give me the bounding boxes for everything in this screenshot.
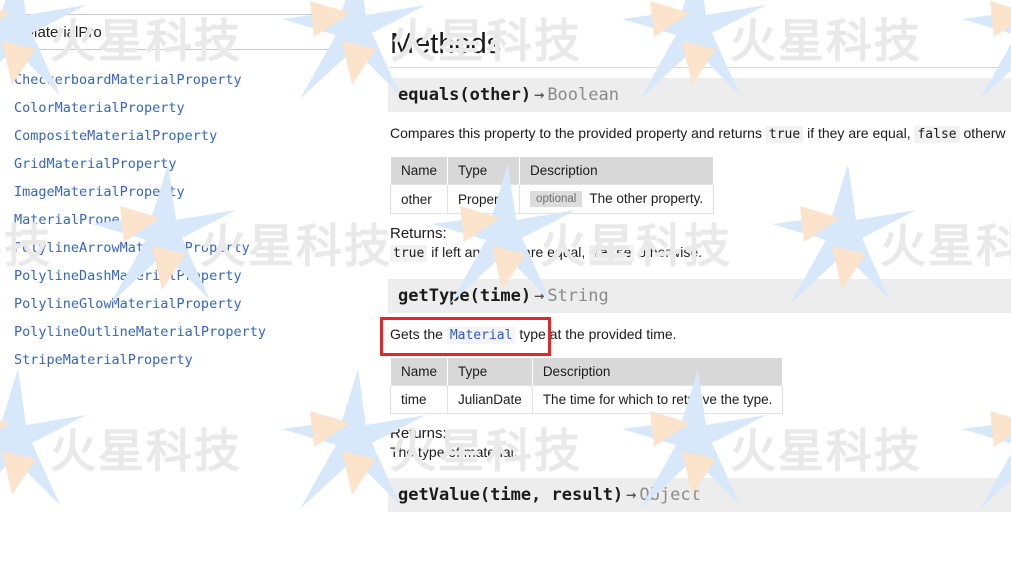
code-false: false [589,245,634,262]
sidebar-item-checkerboardmaterialproperty[interactable]: CheckerboardMaterialProperty [14,66,378,94]
method-name: getType(time) [398,286,531,306]
desc-text: if they are equal, [803,125,914,141]
arrow-icon: → [531,286,547,306]
method-name: equals(other) [398,85,531,105]
method-signature-gettype[interactable]: getType(time)→String [388,279,1011,313]
list-item: PolylineArrowMaterialProperty [14,234,378,262]
list-item: PolylineGlowMaterialProperty [14,290,378,318]
sidebar-item-polylineoutlinematerialproperty[interactable]: PolylineOutlineMaterialProperty [14,318,378,346]
code-false: false [914,126,959,143]
sidebar-item-colormaterialproperty[interactable]: ColorMaterialProperty [14,94,378,122]
return-type: Boolean [547,85,619,105]
returns-label-gettype: Returns: [388,414,1011,444]
method-description-gettype: Gets the Material type at the provided t… [388,313,1011,355]
methods-content-pane: Methods equals(other)→Boolean Compares t… [378,0,1011,570]
parameters-table-equals: Name Type Description other Property opt… [390,156,714,214]
list-item: MaterialProperty [14,206,378,234]
sidebar-item-imagematerialproperty[interactable]: ImageMaterialProperty [14,178,378,206]
table-header-row: Name Type Description [391,157,714,185]
returns-label-equals: Returns: [388,214,1011,244]
column-header-description: Description [532,358,783,386]
returns-part: otherwise. [634,244,702,260]
returns-text-equals: true if left and right are equal, false … [388,244,1011,261]
desc-text: otherw [960,125,1006,141]
desc-text: Gets the [390,326,447,342]
column-header-type: Type [448,157,520,185]
sidebar-item-polylinearrowmaterialproperty[interactable]: PolylineArrowMaterialProperty [14,234,378,262]
sidebar: CheckerboardMaterialProperty ColorMateri… [0,0,378,570]
param-name: other [391,185,448,214]
list-item: ImageMaterialProperty [14,178,378,206]
param-type-link[interactable]: Property [448,185,520,214]
status-badge: optional [530,191,582,207]
list-item: CompositeMaterialProperty [14,122,378,150]
return-type: Object [639,485,700,505]
param-description: The time for which to retrieve the type. [532,386,783,414]
list-item: ColorMaterialProperty [14,94,378,122]
sidebar-item-materialproperty[interactable]: MaterialProperty [14,206,378,234]
column-header-description: Description [520,157,714,185]
list-item: GridMaterialProperty [14,150,378,178]
returns-part: if left and right are equal, [427,244,589,260]
sidebar-nav-list: CheckerboardMaterialProperty ColorMateri… [14,66,378,374]
code-true: true [390,245,427,262]
page-title: Methods [388,0,1011,67]
sidebar-item-polylineglowmaterialproperty[interactable]: PolylineGlowMaterialProperty [14,290,378,318]
list-item: PolylineOutlineMaterialProperty [14,318,378,346]
param-type-link[interactable]: JulianDate [448,386,533,414]
desc-text: type at the provided time. [515,326,676,342]
return-type: String [547,286,608,306]
parameters-table-gettype: Name Type Description time JulianDate Th… [390,357,783,414]
table-header-row: Name Type Description [391,358,783,386]
method-name: getValue(time, result) [398,485,623,505]
method-signature-getvalue[interactable]: getValue(time, result)→Object [388,478,1011,512]
table-row: time JulianDate The time for which to re… [391,386,783,414]
column-header-name: Name [391,358,448,386]
arrow-icon: → [623,485,639,505]
code-true: true [766,126,803,143]
list-item: StripeMaterialProperty [14,346,378,374]
method-signature-equals[interactable]: equals(other)→Boolean [388,78,1011,112]
sidebar-item-compositematerialproperty[interactable]: CompositeMaterialProperty [14,122,378,150]
sidebar-item-gridmaterialproperty[interactable]: GridMaterialProperty [14,150,378,178]
documentation-page: CheckerboardMaterialProperty ColorMateri… [0,0,1011,570]
list-item: CheckerboardMaterialProperty [14,66,378,94]
param-description-text: The other property. [589,191,703,206]
column-header-type: Type [448,358,533,386]
sidebar-item-polylinedashmaterialproperty[interactable]: PolylineDashMaterialProperty [14,262,378,290]
list-item: PolylineDashMaterialProperty [14,262,378,290]
desc-text: Compares this property to the provided p… [390,125,766,141]
param-name: time [391,386,448,414]
search-input[interactable] [14,14,339,50]
column-header-name: Name [391,157,448,185]
table-row: other Property optional The other propert… [391,185,714,214]
method-description-equals: Compares this property to the provided p… [388,112,1011,154]
sidebar-item-stripematerialproperty[interactable]: StripeMaterialProperty [14,346,378,374]
returns-text-gettype: The type of material. [388,444,1011,460]
param-description: optional The other property. [520,185,714,214]
code-link-material[interactable]: Material [447,327,516,344]
arrow-icon: → [531,85,547,105]
